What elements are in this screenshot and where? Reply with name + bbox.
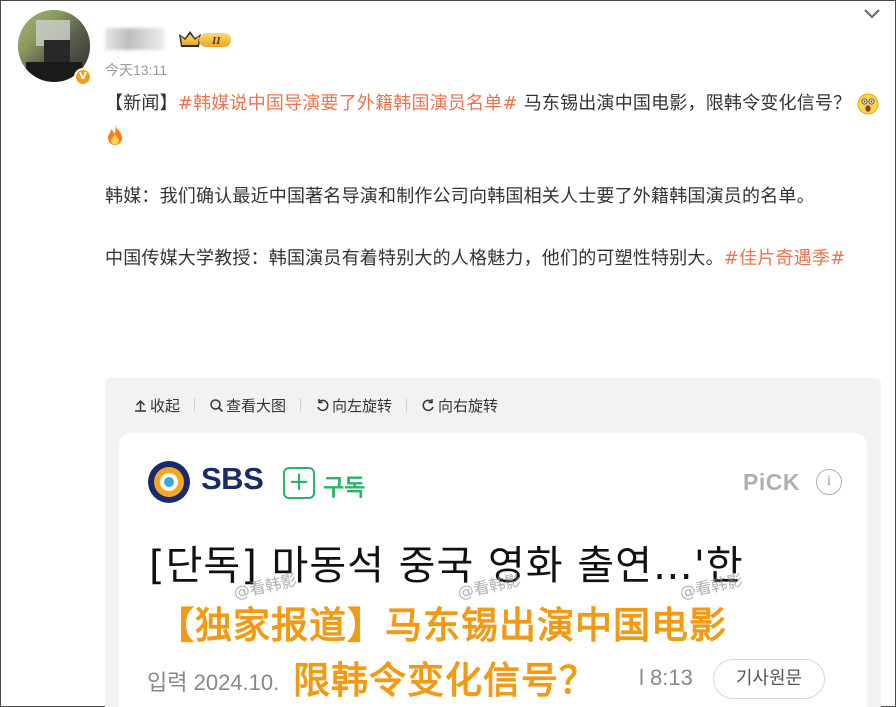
verified-badge: V: [74, 68, 92, 86]
post-paragraph-2: 韩媒：我们确认最近中国著名导演和制作公司向韩国相关人士要了外籍韩国演员的名单。: [105, 186, 815, 207]
news-prefix: 【新闻】: [105, 93, 178, 114]
article-input-date: 입력 2024.10.: [147, 670, 280, 695]
pick-label: PiCK: [743, 469, 800, 495]
toolbar-divider: [300, 398, 302, 412]
fire-icon: [108, 125, 122, 145]
info-icon: i: [816, 469, 842, 495]
rotate-right-icon: [422, 398, 434, 411]
chevron-down-icon[interactable]: [862, 6, 882, 22]
avatar[interactable]: V: [18, 10, 92, 86]
image-viewer: 收起 查看大图 向左旋转 向右旋转 SBS + 구독 PiCK i [단독] 마…: [105, 378, 881, 707]
shocked-face-icon: [857, 93, 879, 115]
post-paragraph-3: 中国传媒大学教授：韩国演员有着特别大的人格魅力，他们的可塑性特别大。#佳片奇遇季…: [105, 243, 885, 274]
magnifier-icon: [210, 398, 224, 412]
collapse-arrow-icon: [135, 399, 146, 412]
sbs-logo-icon: [148, 461, 190, 503]
rotate-right-label: 向右旋转: [438, 396, 499, 415]
sbs-logo-text: SBS: [201, 461, 264, 496]
hashtag-link-1[interactable]: #韩媒说中国导演要了外籍韩国演员名单#: [178, 93, 518, 114]
article-image[interactable]: SBS + 구독 PiCK i [단독] 마동석 중국 영화 출연…'한 @看韩…: [119, 433, 867, 707]
overlay-caption-line-2: 限韩令变化信号？: [293, 659, 597, 702]
toolbar-divider: [194, 398, 196, 412]
rotate-right-button[interactable]: 向右旋转: [421, 395, 498, 416]
overlay-caption-line-1: 【独家报道】马东锡出演中国电影: [157, 604, 727, 647]
rotate-left-icon: [317, 398, 329, 411]
view-large-button[interactable]: 查看大图: [209, 395, 286, 416]
article-input-time: l 8:13: [639, 665, 693, 690]
subscribe-plus-icon: +: [283, 467, 315, 499]
collapse-button[interactable]: 收起: [133, 395, 180, 416]
subscribe-label: 구독: [323, 475, 366, 501]
paragraph-3-text: 中国传媒大学教授：韩国演员有着特别大的人格魅力，他们的可塑性特别大。: [105, 248, 724, 269]
hashtag-link-2[interactable]: #佳片奇遇季#: [724, 248, 846, 269]
post-timestamp[interactable]: 今天13:11: [105, 60, 167, 80]
post-paragraph-1: 【新闻】#韩媒说中国导演要了外籍韩国演员名单# 马东锡出演中国电影，限韩令变化信…: [105, 88, 885, 150]
rotate-left-button[interactable]: 向左旋转: [315, 395, 392, 416]
view-large-label: 查看大图: [226, 396, 287, 415]
vip-crown-icon[interactable]: II: [177, 28, 233, 50]
toolbar-divider: [406, 398, 408, 412]
image-toolbar: 收起 查看大图 向左旋转 向右旋转: [133, 394, 498, 416]
vip-level: II: [211, 35, 221, 47]
collapse-label: 收起: [150, 396, 181, 415]
rotate-left-label: 向左旋转: [332, 396, 393, 415]
original-article-button: 기사원문: [713, 659, 825, 699]
post-body: 【新闻】#韩媒说中国导演要了外籍韩国演员名单# 马东锡出演中国电影，限韩令变化信…: [105, 88, 885, 305]
username-blurred[interactable]: [105, 28, 165, 50]
paragraph-1-text: 马东锡出演中国电影，限韩令变化信号？: [517, 93, 852, 114]
